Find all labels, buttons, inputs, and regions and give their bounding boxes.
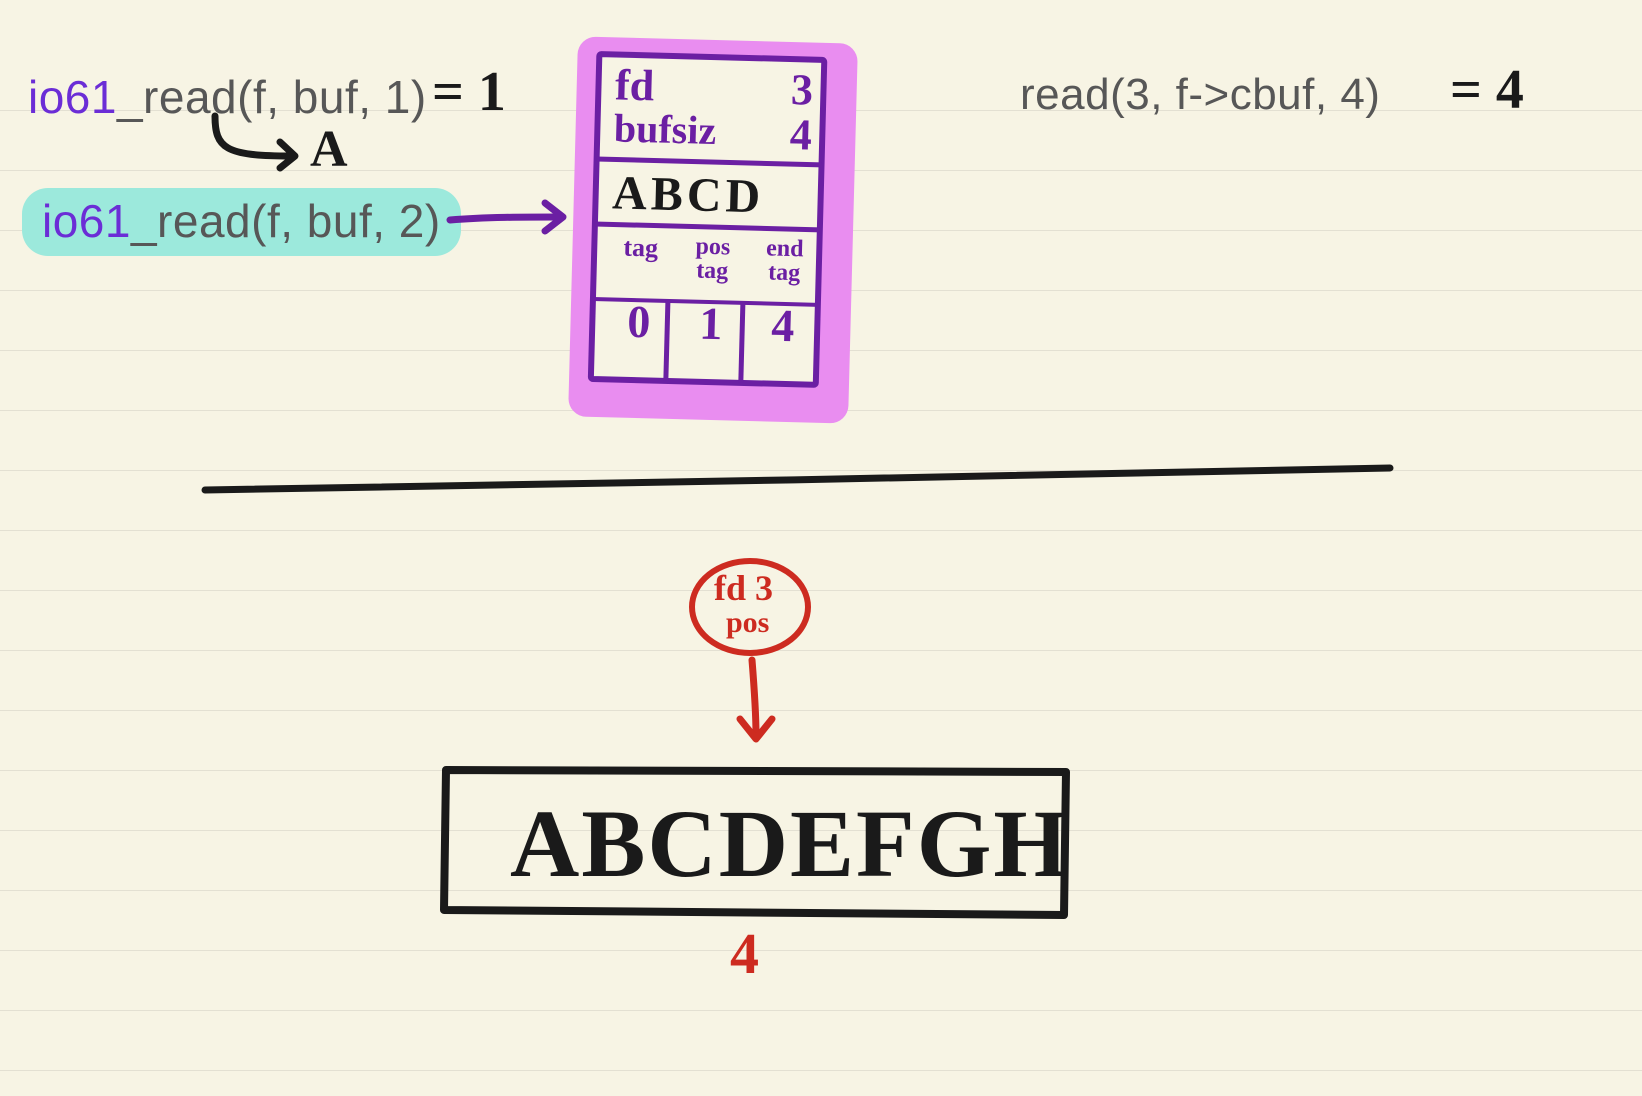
struct-tag-label: tag xyxy=(604,232,677,282)
struct-contents: fd 3 bufsiz 4 ABCD tag pos tag end tag 0… xyxy=(594,55,832,353)
fdpos-arrow-icon xyxy=(730,655,790,755)
syscall-text: read(3, f->cbuf, 4) xyxy=(1020,70,1380,119)
file-pos-marker: 4 xyxy=(730,920,759,987)
struct-endtag-value: 4 xyxy=(746,298,819,353)
fdpos-line1: fd 3 xyxy=(714,570,773,606)
call1-prefix: io61 xyxy=(28,71,117,123)
struct-endtag-label: end tag xyxy=(748,236,821,286)
struct-postag-label: pos tag xyxy=(676,234,749,284)
fdpos-line2: pos xyxy=(726,608,769,638)
syscall: read(3, f->cbuf, 4) xyxy=(1020,70,1380,120)
struct-bufsiz-value: 4 xyxy=(789,109,812,161)
struct-tag-value: 0 xyxy=(602,294,675,349)
call2-arrow-icon xyxy=(445,195,575,245)
call1-equals: = 1 xyxy=(432,60,506,124)
divider-line-icon xyxy=(200,460,1400,500)
call2-prefix: io61 xyxy=(42,195,131,247)
call1-return-char: A xyxy=(310,120,348,179)
syscall-equals: = 4 xyxy=(1450,58,1524,122)
struct-bufsiz-label: bufsiz xyxy=(613,104,717,158)
file-contents: ABCDEFGH xyxy=(510,788,1070,899)
call2-highlight: io61_read(f, buf, 2) xyxy=(22,188,461,256)
struct-fd-value: 3 xyxy=(790,64,813,116)
struct-postag-value: 1 xyxy=(674,296,747,351)
call2-rest: _read(f, buf, 2) xyxy=(131,195,441,247)
struct-buffer: ABCD xyxy=(612,166,765,223)
